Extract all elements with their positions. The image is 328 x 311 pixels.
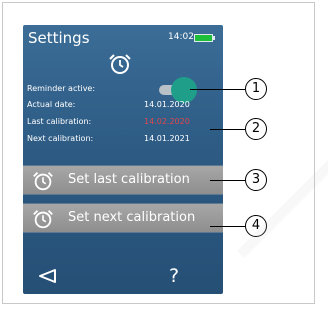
callout-line-2 bbox=[210, 129, 245, 130]
page-title: Settings bbox=[28, 29, 90, 47]
help-button[interactable]: ? bbox=[169, 265, 179, 287]
callout-line-4 bbox=[210, 226, 245, 227]
set-next-calibration-button[interactable]: Set next calibration bbox=[23, 203, 223, 233]
actual-date-label: Actual date: bbox=[27, 100, 76, 109]
last-calibration-value: 14.02.2020 bbox=[144, 117, 190, 126]
actual-date-value: 14.01.2020 bbox=[144, 100, 190, 109]
set-next-calibration-label: Set next calibration bbox=[68, 210, 196, 225]
clock: 14:02 bbox=[168, 32, 194, 42]
alarm-clock-icon bbox=[33, 172, 53, 191]
last-calibration-label: Last calibration: bbox=[27, 117, 92, 126]
alarm-clock-icon bbox=[109, 54, 131, 74]
alarm-clock-icon bbox=[33, 210, 53, 229]
reminder-label: Reminder active: bbox=[27, 84, 96, 93]
callout-3: 3 bbox=[245, 169, 267, 191]
callout-1: 1 bbox=[245, 78, 267, 100]
next-calibration-label: Next calibration: bbox=[27, 134, 94, 143]
set-last-calibration-button[interactable]: Set last calibration bbox=[23, 165, 223, 195]
set-last-calibration-label: Set last calibration bbox=[68, 172, 190, 187]
next-calibration-value: 14.01.2021 bbox=[144, 134, 190, 143]
device-screen: Settings 14:02 Reminder active: Actual d… bbox=[23, 25, 223, 294]
callout-line-3 bbox=[210, 180, 245, 181]
callout-2: 2 bbox=[245, 118, 267, 140]
battery-icon bbox=[194, 34, 213, 42]
battery-tip bbox=[213, 36, 215, 40]
back-icon[interactable] bbox=[37, 268, 59, 284]
callout-line-1 bbox=[190, 89, 245, 90]
